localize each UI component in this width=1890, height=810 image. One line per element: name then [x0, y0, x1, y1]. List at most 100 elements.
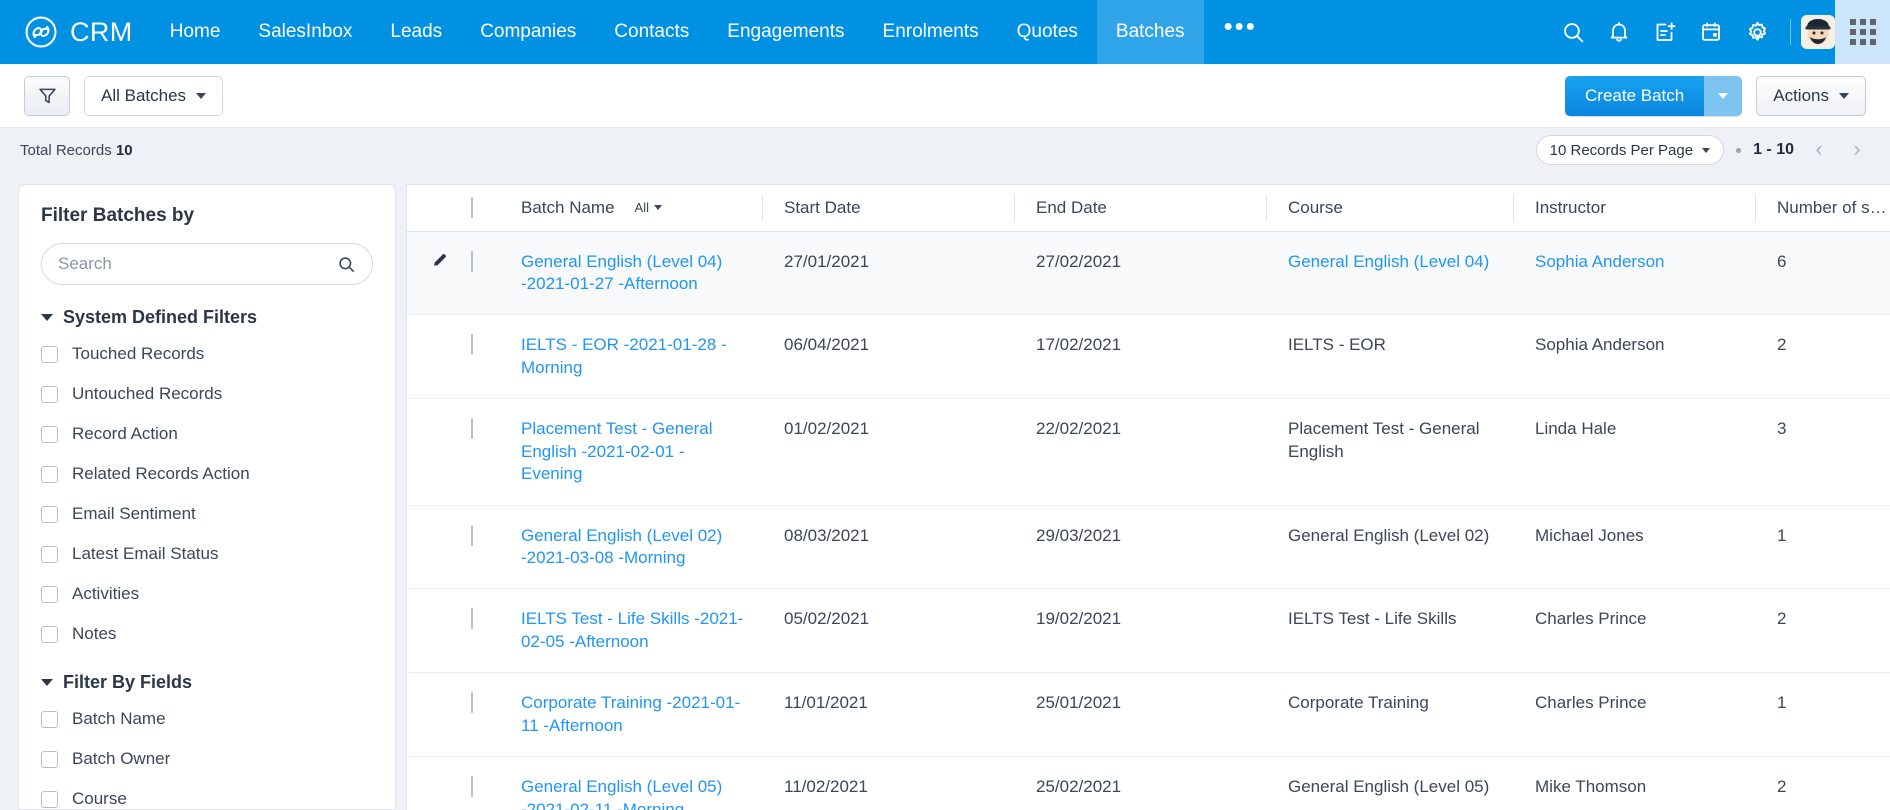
- filter-item[interactable]: Notes: [41, 614, 373, 654]
- filter-item[interactable]: Untouched Records: [41, 374, 373, 414]
- cell-batch-name[interactable]: General English (Level 05) -2021-02-11 -…: [517, 756, 762, 810]
- nav-link-leads[interactable]: Leads: [371, 0, 461, 64]
- cell-instructor[interactable]: Linda Hale: [1513, 398, 1755, 506]
- filter-item[interactable]: Related Records Action: [41, 454, 373, 494]
- filter-item-checkbox[interactable]: [41, 750, 58, 768]
- filter-item-checkbox[interactable]: [41, 790, 58, 808]
- column-header-end-date[interactable]: End Date: [1014, 185, 1266, 232]
- row-checkbox[interactable]: [471, 776, 473, 798]
- filter-item[interactable]: Touched Records: [41, 334, 373, 374]
- create-batch-dropdown-button[interactable]: [1704, 75, 1743, 116]
- cell-batch-name[interactable]: Corporate Training -2021-01-11 -Afternoo…: [517, 672, 762, 758]
- filter-item[interactable]: Batch Owner: [41, 739, 373, 779]
- batch-name-link[interactable]: IELTS Test - Life Skills -2021-02-05 -Af…: [521, 609, 743, 650]
- cell-instructor[interactable]: Michael Jones: [1513, 505, 1755, 590]
- column-header-name[interactable]: Batch Name All: [517, 185, 762, 232]
- brand-logo-area[interactable]: CRM: [0, 15, 151, 49]
- nav-link-companies[interactable]: Companies: [461, 0, 595, 64]
- search-icon[interactable]: [1550, 0, 1596, 64]
- table-row[interactable]: IELTS - EOR -2021-01-28 - Morning 06/04/2…: [407, 314, 1890, 400]
- actions-button[interactable]: Actions: [1756, 75, 1866, 116]
- column-header-start-date[interactable]: Start Date: [762, 185, 1014, 232]
- filter-search-input[interactable]: [58, 254, 337, 274]
- nav-link-contacts[interactable]: Contacts: [595, 0, 708, 64]
- cell-batch-name[interactable]: Placement Test - General English -2021-0…: [517, 398, 762, 506]
- filter-item[interactable]: Activities: [41, 574, 373, 614]
- cell-batch-name[interactable]: General English (Level 02) -2021-03-08 -…: [517, 505, 762, 590]
- edit-row-icon[interactable]: [407, 251, 465, 269]
- nav-link-engagements[interactable]: Engagements: [708, 0, 863, 64]
- row-checkbox[interactable]: [471, 334, 473, 356]
- filter-item[interactable]: Batch Name: [41, 699, 373, 739]
- table-row[interactable]: General English (Level 02) -2021-03-08 -…: [407, 505, 1890, 590]
- batch-name-link[interactable]: Corporate Training -2021-01-11 -Afternoo…: [521, 693, 740, 734]
- nav-link-enrolments[interactable]: Enrolments: [864, 0, 998, 64]
- filter-item-checkbox[interactable]: [41, 545, 58, 563]
- calendar-icon[interactable]: [1688, 0, 1734, 64]
- cell-batch-name[interactable]: General English (Level 04) -2021-01-27 -…: [517, 231, 762, 316]
- view-selector-dropdown[interactable]: All Batches: [84, 75, 224, 116]
- nav-link-quotes[interactable]: Quotes: [998, 0, 1097, 64]
- cell-course[interactable]: General English (Level 05): [1266, 756, 1513, 810]
- filter-item[interactable]: Email Sentiment: [41, 494, 373, 534]
- table-row[interactable]: Placement Test - General English -2021-0…: [407, 398, 1890, 506]
- cell-course[interactable]: IELTS Test - Life Skills: [1266, 588, 1513, 674]
- filter-item[interactable]: Record Action: [41, 414, 373, 454]
- row-checkbox[interactable]: [471, 524, 473, 546]
- column-header-number-of-students[interactable]: Number of s…: [1755, 185, 1890, 232]
- cell-instructor[interactable]: Mike Thomson: [1513, 756, 1755, 810]
- next-page-button[interactable]: ›: [1844, 135, 1870, 165]
- cell-batch-name[interactable]: IELTS - EOR -2021-01-28 - Morning: [517, 314, 762, 400]
- funnel-filter-icon[interactable]: [24, 75, 70, 116]
- prev-page-button[interactable]: ‹: [1806, 135, 1832, 165]
- batch-name-link[interactable]: IELTS - EOR -2021-01-28 - Morning: [521, 335, 727, 376]
- filter-group-header[interactable]: Filter By Fields: [41, 672, 373, 693]
- filter-group-header[interactable]: System Defined Filters: [41, 307, 373, 328]
- nav-link-batches[interactable]: Batches: [1096, 0, 1204, 64]
- apps-launcher-button[interactable]: [1835, 0, 1890, 64]
- notifications-bell-icon[interactable]: [1596, 0, 1642, 64]
- select-all-checkbox[interactable]: [471, 196, 473, 218]
- cell-course[interactable]: Placement Test - General English: [1266, 398, 1513, 506]
- cell-batch-name[interactable]: IELTS Test - Life Skills -2021-02-05 -Af…: [517, 588, 762, 674]
- instructor-value[interactable]: Sophia Anderson: [1535, 252, 1665, 271]
- batch-name-link[interactable]: General English (Level 02) -2021-03-08 -…: [521, 526, 722, 567]
- column-header-course[interactable]: Course: [1266, 185, 1513, 232]
- filter-item-checkbox[interactable]: [41, 505, 58, 523]
- cell-instructor[interactable]: Charles Prince: [1513, 672, 1755, 758]
- batch-name-link[interactable]: General English (Level 04) -2021-01-27 -…: [521, 252, 722, 293]
- row-checkbox[interactable]: [471, 250, 473, 272]
- user-avatar[interactable]: [1801, 15, 1835, 49]
- row-checkbox[interactable]: [471, 418, 473, 440]
- filter-item-checkbox[interactable]: [41, 385, 58, 403]
- cell-instructor[interactable]: Charles Prince: [1513, 588, 1755, 674]
- filter-item-checkbox[interactable]: [41, 710, 58, 728]
- more-modules-icon[interactable]: •••: [1204, 0, 1277, 64]
- settings-gear-icon[interactable]: [1734, 0, 1780, 64]
- table-row[interactable]: Corporate Training -2021-01-11 -Afternoo…: [407, 672, 1890, 758]
- filter-search-box[interactable]: [41, 243, 373, 285]
- nav-link-home[interactable]: Home: [151, 0, 240, 64]
- column-header-instructor[interactable]: Instructor: [1513, 185, 1755, 232]
- create-batch-button[interactable]: Create Batch: [1565, 75, 1705, 116]
- filter-item-checkbox[interactable]: [41, 625, 58, 643]
- course-value[interactable]: General English (Level 04): [1288, 252, 1489, 271]
- batch-name-link[interactable]: General English (Level 05) -2021-02-11 -…: [521, 777, 722, 810]
- filter-item[interactable]: Latest Email Status: [41, 534, 373, 574]
- cell-instructor[interactable]: Sophia Anderson: [1513, 231, 1755, 316]
- filter-item-checkbox[interactable]: [41, 465, 58, 483]
- add-note-icon[interactable]: [1642, 0, 1688, 64]
- cell-course[interactable]: Corporate Training: [1266, 672, 1513, 758]
- nav-link-salesinbox[interactable]: SalesInbox: [239, 0, 371, 64]
- filter-item-checkbox[interactable]: [41, 425, 58, 443]
- name-filter-pill[interactable]: All: [635, 200, 662, 215]
- filter-item[interactable]: Course: [41, 779, 373, 809]
- batch-name-link[interactable]: Placement Test - General English -2021-0…: [521, 419, 713, 483]
- filter-item-checkbox[interactable]: [41, 345, 58, 363]
- cell-instructor[interactable]: Sophia Anderson: [1513, 314, 1755, 400]
- cell-course[interactable]: IELTS - EOR: [1266, 314, 1513, 400]
- table-row[interactable]: General English (Level 04) -2021-01-27 -…: [407, 231, 1890, 316]
- table-row[interactable]: IELTS Test - Life Skills -2021-02-05 -Af…: [407, 588, 1890, 674]
- cell-course[interactable]: General English (Level 04): [1266, 231, 1513, 316]
- filter-item-checkbox[interactable]: [41, 585, 58, 603]
